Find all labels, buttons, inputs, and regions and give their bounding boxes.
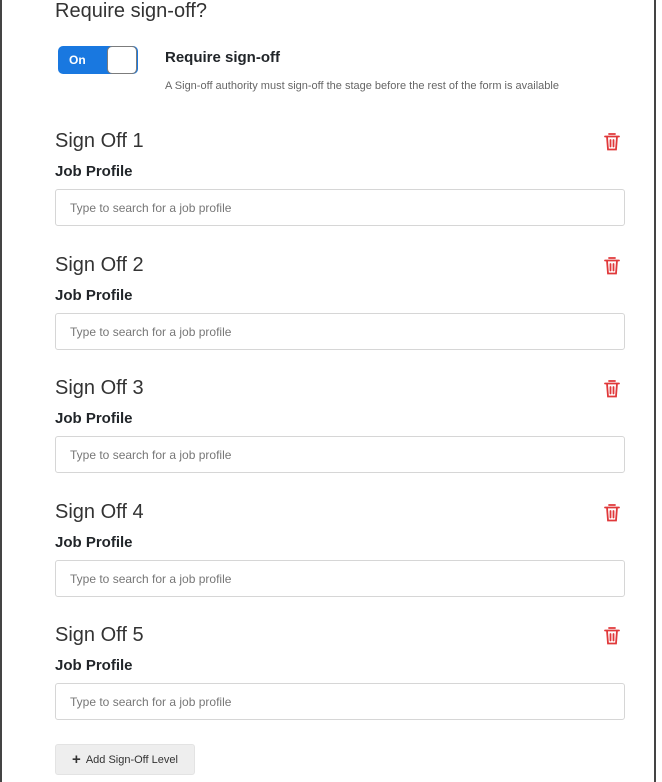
trash-icon[interactable] [603, 132, 621, 152]
job-profile-search-input[interactable] [55, 683, 625, 720]
signoff-level: Sign Off 3 Job Profile [55, 377, 625, 487]
form-panel: Require sign-off? On Require sign-off A … [0, 0, 656, 782]
signoff-level: Sign Off 2 Job Profile [55, 254, 625, 364]
signoff-level: Sign Off 4 Job Profile [55, 501, 625, 611]
section-title: Require sign-off? [55, 0, 207, 22]
job-profile-label: Job Profile [55, 163, 133, 180]
trash-icon[interactable] [603, 379, 621, 399]
signoff-title: Sign Off 2 [55, 254, 144, 276]
job-profile-search-input[interactable] [55, 313, 625, 350]
toggle-state-label: On [69, 53, 86, 67]
signoff-title: Sign Off 5 [55, 624, 144, 646]
signoff-level: Sign Off 5 Job Profile [55, 624, 625, 734]
toggle-title: Require sign-off [165, 49, 280, 66]
trash-icon[interactable] [603, 626, 621, 646]
add-signoff-level-button[interactable]: + Add Sign-Off Level [55, 744, 195, 775]
job-profile-label: Job Profile [55, 534, 133, 551]
require-signoff-toggle[interactable]: On [58, 46, 138, 74]
trash-icon[interactable] [603, 256, 621, 276]
job-profile-label: Job Profile [55, 287, 133, 304]
signoff-level: Sign Off 1 Job Profile [55, 130, 625, 240]
toggle-description: A Sign-off authority must sign-off the s… [165, 80, 559, 92]
job-profile-label: Job Profile [55, 657, 133, 674]
job-profile-label: Job Profile [55, 410, 133, 427]
plus-icon: + [72, 751, 81, 768]
signoff-title: Sign Off 1 [55, 130, 144, 152]
job-profile-search-input[interactable] [55, 189, 625, 226]
add-signoff-level-label: Add Sign-Off Level [85, 753, 178, 766]
signoff-title: Sign Off 4 [55, 501, 144, 523]
toggle-knob[interactable] [107, 46, 137, 74]
job-profile-search-input[interactable] [55, 436, 625, 473]
job-profile-search-input[interactable] [55, 560, 625, 597]
signoff-title: Sign Off 3 [55, 377, 144, 399]
trash-icon[interactable] [603, 503, 621, 523]
